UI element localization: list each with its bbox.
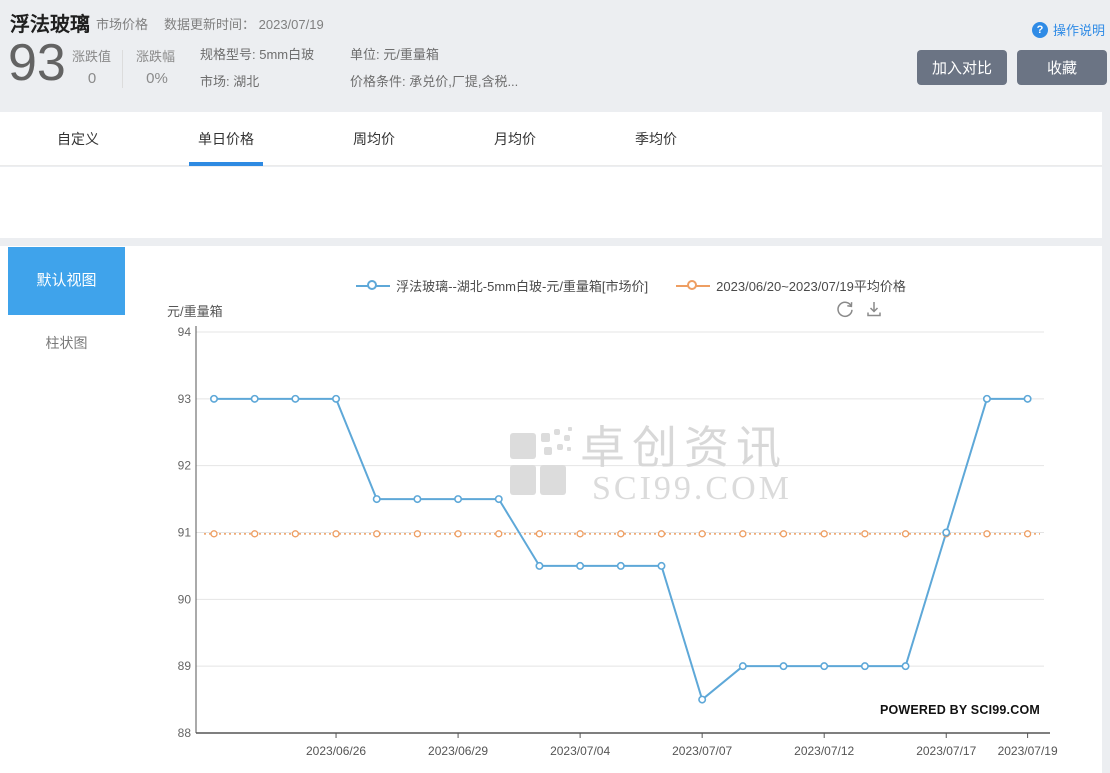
question-circle-icon: ? <box>1032 22 1048 38</box>
sidebar-item-default-view[interactable]: 默认视图 <box>8 247 125 315</box>
sidebar-item-bar-chart[interactable]: 柱状图 <box>8 328 125 358</box>
tab-weekly-avg[interactable]: 周均价 <box>353 112 395 166</box>
download-icon[interactable] <box>864 299 884 319</box>
chart-legend: 浮法玻璃--湖北-5mm白玻-元/重量箱[市场价] 2023/06/20~202… <box>160 276 1102 295</box>
change-value: 0 <box>72 70 112 87</box>
change-pct-value: 0% <box>136 70 178 87</box>
svg-text:2023/07/19: 2023/07/19 <box>998 744 1058 758</box>
tab-daily-price[interactable]: 单日价格 <box>198 112 254 166</box>
chart-panel: 默认视图 柱状图 浮法玻璃--湖北-5mm白玻-元/重量箱[市场价] 2023/… <box>0 246 1102 773</box>
price-unit: 单位: 元/重量箱 <box>350 44 439 63</box>
svg-text:88: 88 <box>178 726 192 740</box>
svg-text:2023/07/07: 2023/07/07 <box>672 744 732 758</box>
powered-by-label: POWERED BY SCI99.COM <box>880 703 1040 717</box>
change-label: 涨跌值 <box>72 46 111 65</box>
svg-text:2023/07/04: 2023/07/04 <box>550 744 610 758</box>
price-line-chart: 94 93 92 91 90 89 88 2023/06/26 2023/06/29 2023/0… <box>160 325 1102 765</box>
svg-text:92: 92 <box>178 459 192 473</box>
market-region: 市场: 湖北 <box>200 71 259 90</box>
refresh-icon[interactable] <box>835 299 855 319</box>
page-title: 浮法玻璃 <box>10 8 90 37</box>
svg-text:93: 93 <box>178 392 192 406</box>
y-axis-unit-label: 元/重量箱 <box>167 301 223 320</box>
update-time-value: 2023/07/19 <box>259 17 324 32</box>
svg-text:2023/07/12: 2023/07/12 <box>794 744 854 758</box>
svg-text:2023/06/29: 2023/06/29 <box>428 744 488 758</box>
data-update-time: 数据更新时间： 2023/07/19 <box>164 14 324 33</box>
line-chart-canvas[interactable]: 94 93 92 91 90 89 88 2023/06/26 2023/06/29 2023/0… <box>160 325 1102 765</box>
favorite-button[interactable]: 收藏 <box>1017 50 1107 85</box>
svg-text:94: 94 <box>178 325 192 339</box>
tab-quarterly-avg[interactable]: 季均价 <box>635 112 677 166</box>
spec-model: 规格型号: 5mm白玻 <box>200 44 314 63</box>
chart-toolbar <box>835 299 884 319</box>
update-time-label: 数据更新时间： <box>164 17 255 32</box>
legend-item-average-series[interactable]: 2023/06/20~2023/07/19平均价格 <box>676 276 906 295</box>
change-pct-label: 涨跌幅 <box>136 46 175 65</box>
legend-label: 2023/06/20~2023/07/19平均价格 <box>716 276 906 295</box>
svg-text:2023/07/17: 2023/07/17 <box>916 744 976 758</box>
tab-custom[interactable]: 自定义 <box>57 112 99 166</box>
price-type-tag: 市场价格 <box>96 14 148 33</box>
svg-text:90: 90 <box>178 592 192 606</box>
float-glass-price-page: 浮法玻璃 市场价格 数据更新时间： 2023/07/19 ? 操作说明 93 涨… <box>0 0 1110 773</box>
help-link[interactable]: ? 操作说明 <box>1032 20 1105 39</box>
tab-monthly-avg[interactable]: 月均价 <box>494 112 536 166</box>
legend-label: 浮法玻璃--湖北-5mm白玻-元/重量箱[市场价] <box>396 276 648 295</box>
line-circle-marker-icon <box>356 285 390 287</box>
add-compare-button[interactable]: 加入对比 <box>917 50 1007 85</box>
page-header: 浮法玻璃 市场价格 数据更新时间： 2023/07/19 ? 操作说明 93 涨… <box>0 0 1110 112</box>
svg-text:2023/06/26: 2023/06/26 <box>306 744 366 758</box>
current-price: 93 <box>8 36 66 91</box>
time-filter-bar: 时间周期 1个月 3个月 1年 2023/06/20 <box>0 167 1102 238</box>
help-label: 操作说明 <box>1053 20 1105 39</box>
divider <box>122 50 123 88</box>
svg-text:91: 91 <box>178 526 192 540</box>
line-circle-marker-icon <box>676 285 710 287</box>
legend-item-price-series[interactable]: 浮法玻璃--湖北-5mm白玻-元/重量箱[市场价] <box>356 276 648 295</box>
price-condition: 价格条件: 承兑价,厂提,含税... <box>350 71 518 90</box>
price-view-tabs: 自定义 单日价格 周均价 月均价 季均价 <box>0 112 1102 166</box>
svg-text:89: 89 <box>178 659 192 673</box>
